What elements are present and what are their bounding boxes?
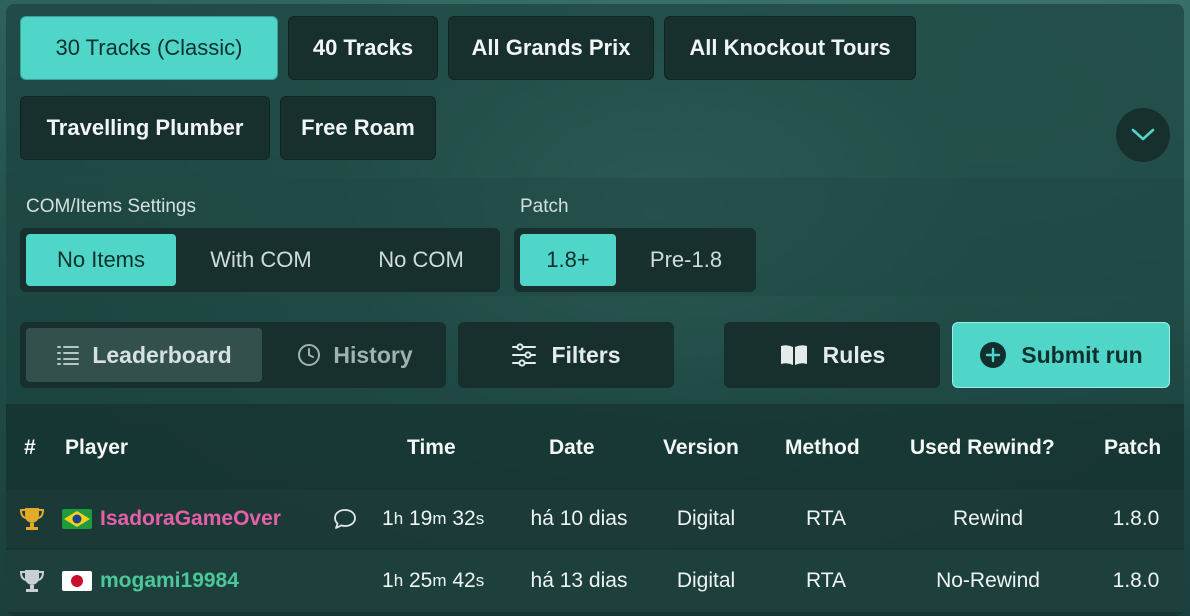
rank-cell [18, 490, 46, 548]
category-30-tracks-classic[interactable]: 30 Tracks (Classic) [20, 16, 278, 80]
time-seconds-unit: s [475, 509, 485, 528]
comment-cell [332, 490, 358, 548]
option-no-items[interactable]: No Items [26, 234, 176, 286]
tab-history-label: History [333, 341, 413, 368]
plus-circle-icon [980, 342, 1007, 368]
rules-button-label: Rules [822, 341, 886, 368]
leaderboard-panel: 30 Tracks (Classic) 40 Tracks All Grands… [6, 4, 1184, 616]
tab-history[interactable]: History [270, 328, 440, 382]
time-minutes-unit: m [432, 509, 447, 528]
player-name-link[interactable]: IsadoraGameOver [100, 507, 281, 531]
chevron-down-icon [1131, 128, 1155, 141]
time-seconds: 32 [452, 507, 476, 530]
date-cell: há 13 dias [530, 569, 628, 592]
patch-label: Patch [520, 196, 569, 217]
header-patch: Patch [1104, 436, 1162, 459]
com-items-settings-label: COM/Items Settings [26, 196, 196, 217]
header-time: Time [407, 436, 456, 459]
expand-categories-button[interactable] [1116, 108, 1170, 162]
silver-trophy-icon [19, 570, 45, 592]
rules-button[interactable]: Rules [724, 322, 940, 388]
option-patch-pre-1-8[interactable]: Pre-1.8 [624, 234, 748, 286]
rewind-cell: Rewind [952, 507, 1024, 530]
header-used-rewind: Used Rewind? [910, 436, 1055, 459]
book-icon [780, 345, 807, 365]
patch-cell: 1.8.0 [1112, 569, 1160, 592]
time-hours-unit: h [393, 571, 404, 590]
category-travelling-plumber[interactable]: Travelling Plumber [20, 96, 270, 160]
player-cell: mogami19984 [62, 550, 239, 612]
list-icon [57, 346, 80, 365]
rank-cell [18, 550, 46, 612]
category-40-tracks[interactable]: 40 Tracks [288, 16, 438, 80]
view-selector: Leaderboard History [20, 322, 446, 388]
time-seconds: 42 [452, 569, 476, 592]
time-hours-unit: h [393, 509, 404, 528]
time-seconds-unit: s [475, 571, 485, 590]
header-rank: # [24, 436, 36, 459]
brazil-flag-icon [62, 509, 92, 529]
com-items-selector: No Items With COM No COM [20, 228, 500, 292]
table-row[interactable]: mogami19984 1h 25 m 42 s há 13 dias Digita… [6, 550, 1184, 612]
category-all-grands-prix[interactable]: All Grands Prix [448, 16, 654, 80]
gold-trophy-icon [19, 508, 45, 530]
time-minutes: 25 [409, 569, 433, 592]
patch-selector: 1.8+ Pre-1.8 [514, 228, 756, 292]
rewind-cell: No-Rewind [936, 569, 1040, 592]
patch-cell: 1.8.0 [1112, 507, 1160, 530]
category-all-knockout-tours[interactable]: All Knockout Tours [664, 16, 916, 80]
option-with-com[interactable]: With COM [186, 234, 336, 286]
tab-leaderboard[interactable]: Leaderboard [26, 328, 262, 382]
header-player: Player [65, 436, 129, 459]
japan-flag-icon [62, 571, 92, 591]
version-cell: Digital [676, 569, 736, 592]
method-cell: RTA [805, 507, 847, 530]
player-cell: IsadoraGameOver [62, 490, 281, 548]
submit-run-button-label: Submit run [1021, 341, 1143, 368]
sliders-icon [512, 343, 537, 367]
time-hours: 1 [382, 507, 394, 530]
time-cell: 1h 25 m 42 s [382, 550, 484, 612]
time-cell: 1h 19 m 32 s [382, 490, 484, 548]
time-minutes: 19 [409, 507, 433, 530]
player-name-link[interactable]: mogami19984 [100, 569, 239, 593]
version-cell: Digital [676, 507, 736, 530]
header-method: Method [785, 436, 860, 459]
table-row[interactable]: IsadoraGameOver 1h 19 m 32 s há 10 dias Di… [6, 490, 1184, 548]
comment-icon[interactable] [332, 507, 358, 531]
option-no-com[interactable]: No COM [346, 234, 496, 286]
filters-button[interactable]: Filters [458, 322, 674, 388]
option-patch-1-8-plus[interactable]: 1.8+ [520, 234, 616, 286]
filters-button-label: Filters [551, 341, 621, 368]
clock-icon [298, 344, 321, 366]
category-free-roam[interactable]: Free Roam [280, 96, 436, 160]
settings-band: COM/Items Settings No Items With COM No … [6, 178, 1184, 296]
submit-run-button[interactable]: Submit run [952, 322, 1170, 388]
tab-leaderboard-label: Leaderboard [92, 341, 232, 368]
time-minutes-unit: m [432, 571, 447, 590]
leaderboard-table: # Player Time Date Version Method Used R… [6, 404, 1184, 616]
header-version: Version [663, 436, 739, 459]
method-cell: RTA [805, 569, 847, 592]
date-cell: há 10 dias [530, 507, 628, 530]
header-date: Date [549, 436, 595, 459]
time-hours: 1 [382, 569, 394, 592]
